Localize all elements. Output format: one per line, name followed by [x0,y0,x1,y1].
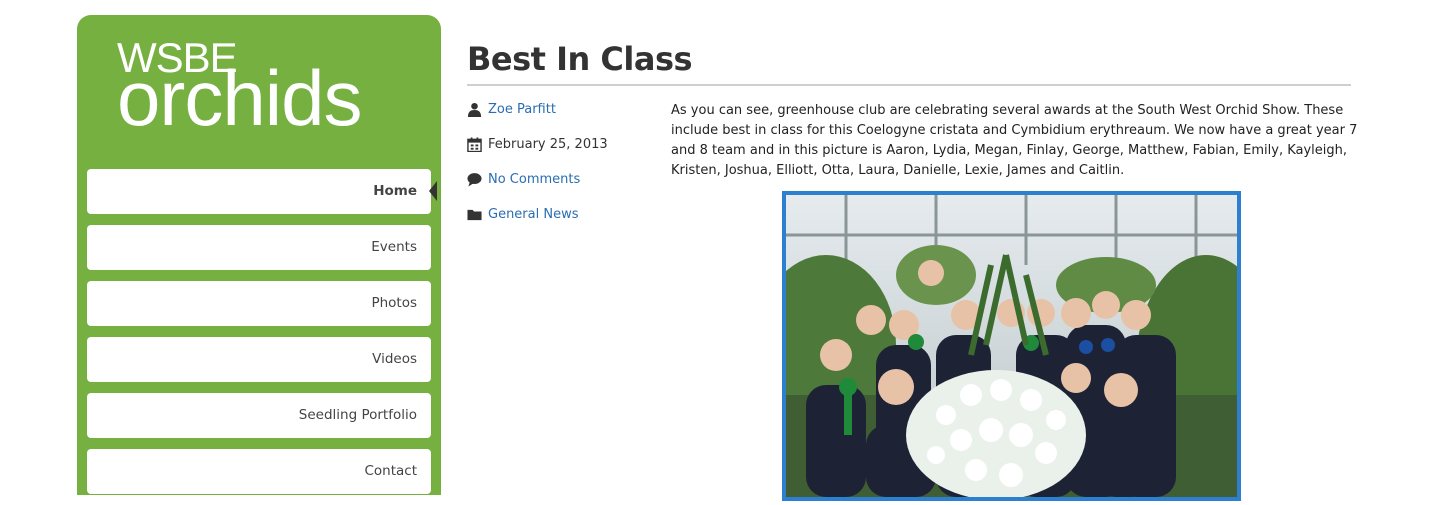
nav-item-label: Events [371,239,417,255]
title-divider [467,84,1351,86]
nav-item-label: Contact [364,463,417,479]
post-meta: Zoe Parfitt February 25, 2013 No Comment… [467,100,667,240]
nav-item-events[interactable]: Events [87,225,431,270]
greenhouse-group-photo [786,195,1237,497]
post-body: As you can see, greenhouse club are cele… [671,103,1358,178]
comments-link[interactable]: No Comments [488,170,580,190]
meta-date: February 25, 2013 [467,135,667,170]
nav-item-label: Home [373,183,417,199]
active-pointer-icon [429,181,437,201]
nav-item-label: Videos [372,351,417,367]
folder-icon [467,209,482,221]
post-title: Best In Class [467,40,693,78]
meta-category: General News [467,205,667,240]
category-link[interactable]: General News [488,205,579,225]
calendar-icon [467,137,482,152]
person-icon [467,102,482,117]
nav-item-contact[interactable]: Contact [87,449,431,494]
meta-author: Zoe Parfitt [467,100,667,135]
nav-item-videos[interactable]: Videos [87,337,431,382]
speech-bubble-icon [467,173,482,187]
meta-comments: No Comments [467,170,667,205]
main-nav: Home Events Photos Videos Seedling Portf… [87,169,437,505]
sidebar: WSBE orchids Home Events Photos Videos S… [77,15,441,495]
nav-item-label: Photos [371,295,417,311]
nav-item-home[interactable]: Home [87,169,437,214]
nav-item-photos[interactable]: Photos [87,281,431,326]
logo-orchids-text: orchids [117,54,362,142]
nav-item-seedling-portfolio[interactable]: Seedling Portfolio [87,393,431,438]
author-link[interactable]: Zoe Parfitt [488,100,556,120]
post-photo[interactable] [782,191,1241,501]
nav-item-label: Seedling Portfolio [298,407,417,423]
post-date: February 25, 2013 [488,137,608,152]
